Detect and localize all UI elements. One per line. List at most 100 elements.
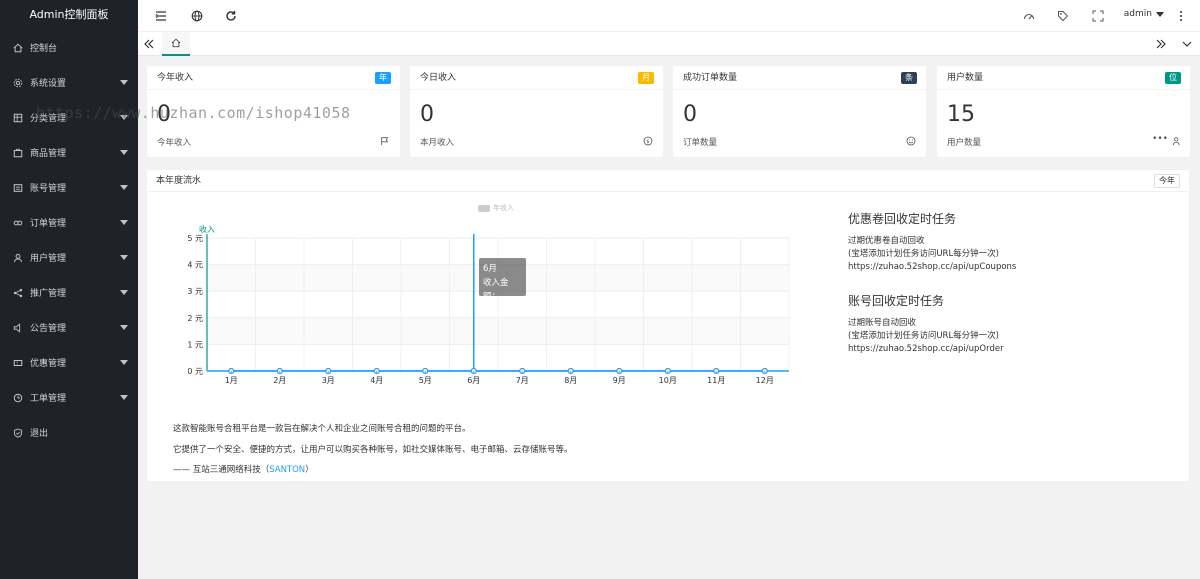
sidebar-item-label: 退出 <box>30 429 49 439</box>
sidebar-title: Admin控制面板 <box>0 0 138 30</box>
dashboard-icon[interactable] <box>1022 9 1036 23</box>
x-tick-label: 1月 <box>225 376 238 385</box>
coupon-task: 优惠卷回收定时任务 过期优惠卷自动回收 (宝塔添加计划任务访问URL每分钟一次)… <box>848 210 1016 274</box>
chevron-down-icon[interactable] <box>1180 37 1194 51</box>
sidebar-item-label: 账号管理 <box>30 184 67 194</box>
card-badge: 月 <box>638 72 654 84</box>
card-subtitle: 订单数量 <box>683 138 718 148</box>
stat-card-2: 成功订单数量 条 0 订单数量 <box>673 66 926 157</box>
sidebar-item-4[interactable]: 账号管理 <box>0 170 138 205</box>
task-title: 账号回收定时任务 <box>848 294 945 308</box>
card-badge: 位 <box>1165 72 1181 84</box>
category-icon <box>12 112 24 124</box>
sidebar-item-label: 订单管理 <box>30 219 67 229</box>
caret-down-icon <box>120 325 128 330</box>
sidebar-item-9[interactable]: 优惠管理 <box>0 345 138 380</box>
user-menu[interactable]: admin <box>1124 9 1164 19</box>
globe-icon[interactable] <box>190 9 204 23</box>
y-tick-label: 4 元 <box>187 261 203 270</box>
sidebar-item-0[interactable]: 控制台 <box>0 30 138 65</box>
caret-down-icon <box>120 220 128 225</box>
sidebar: Admin控制面板 控制台 系统设置 分类管理 商品管理 账号管理 订单管理 用户管理 推广管… <box>0 0 138 579</box>
card-badge: 年 <box>375 72 391 84</box>
sidebar-item-5[interactable]: 订单管理 <box>0 205 138 240</box>
card-title: 成功订单数量 <box>683 73 738 83</box>
x-tick-label: 2月 <box>273 376 286 385</box>
about-line-2: 它提供了一个安全、便捷的方式，让用户可以购买各种账号，如社交媒体账号、电子邮箱、… <box>173 445 573 455</box>
stat-card-3: 用户数量 位 15 用户数量 ••• <box>937 66 1190 157</box>
sidebar-item-6[interactable]: 用户管理 <box>0 240 138 275</box>
x-tick-label: 4月 <box>370 376 383 385</box>
tab-bar <box>138 32 1200 56</box>
task-title: 优惠卷回收定时任务 <box>848 212 957 226</box>
user-icon <box>12 252 24 264</box>
card-title: 今日收入 <box>420 73 457 83</box>
year-button[interactable]: 今年 <box>1154 174 1180 188</box>
y-tick-label: 3 元 <box>187 287 203 296</box>
sidebar-item-11[interactable]: 退出 <box>0 415 138 450</box>
notice-icon <box>12 322 24 334</box>
more-dots-icon: ••• <box>1152 134 1168 144</box>
fullscreen-icon[interactable] <box>1091 9 1105 23</box>
sidebar-item-3[interactable]: 商品管理 <box>0 135 138 170</box>
svg-text:$: $ <box>646 139 649 145</box>
y-tick-label: 1 元 <box>187 340 203 349</box>
tab-home[interactable] <box>162 32 190 56</box>
caret-down-icon <box>120 395 128 400</box>
tooltip-month: 6月 <box>483 264 497 274</box>
task-desc: 过期优惠卷自动回收 <box>848 236 925 246</box>
more-vertical-icon[interactable] <box>1174 9 1188 23</box>
gear-icon <box>12 77 24 89</box>
home-tab-icon <box>171 38 181 48</box>
card-value: 0 <box>420 102 434 127</box>
sidebar-item-label: 优惠管理 <box>30 359 67 369</box>
x-tick-label: 5月 <box>419 376 432 385</box>
card-subtitle: 今年收入 <box>157 138 192 148</box>
card-title: 今年收入 <box>157 73 194 83</box>
card-value: 15 <box>947 102 975 127</box>
task-url[interactable]: https://zuhao.52shop.cc/api/upOrder <box>848 343 1004 356</box>
user-name: admin <box>1123 9 1152 19</box>
clock-icon <box>12 392 24 404</box>
about-line-3: —— 互站三通网络科技（SANTON） <box>173 463 314 475</box>
task-url[interactable]: https://zuhao.52shop.cc/api/upCoupons <box>848 261 1016 274</box>
tag-icon[interactable] <box>1056 9 1070 23</box>
card-value: 0 <box>683 102 697 127</box>
sidebar-item-10[interactable]: 工单管理 <box>0 380 138 415</box>
sidebar-item-label: 工单管理 <box>30 394 67 404</box>
flag-icon <box>381 137 389 146</box>
top-header: admin <box>138 0 1200 32</box>
x-tick-label: 8月 <box>564 376 577 385</box>
account-icon <box>12 182 24 194</box>
x-tick-label: 11月 <box>707 376 725 385</box>
sidebar-item-label: 系统设置 <box>30 79 67 89</box>
yearly-flow-panel: 本年度流水 今年 年收入 0 元1 元2 元3 元4 元5 元收入 1月 2月 3月 4… <box>147 170 1189 481</box>
x-tick-label: 10月 <box>659 376 677 385</box>
santon-link[interactable]: SANTON <box>269 465 305 475</box>
sidebar-item-1[interactable]: 系统设置 <box>0 65 138 100</box>
task-desc: 过期账号自动回收 <box>848 318 917 328</box>
home-icon <box>12 42 24 54</box>
sidebar-item-8[interactable]: 公告管理 <box>0 310 138 345</box>
menu-toggle-icon[interactable] <box>154 9 168 23</box>
task-note: (宝塔添加计划任务访问URL每分钟一次) <box>848 331 999 341</box>
x-tick-label: 7月 <box>516 376 529 385</box>
sidebar-item-7[interactable]: 推广管理 <box>0 275 138 310</box>
about-suffix: ） <box>305 465 314 475</box>
shield-icon <box>12 427 24 439</box>
refresh-icon[interactable] <box>224 9 238 23</box>
coupon-icon <box>12 357 24 369</box>
stat-card-1: 今日收入 月 0 本月收入 $ <box>410 66 663 157</box>
about-line-1: 这款智能账号合租平台是一款旨在解决个人和企业之间账号合租的问题的平台。 <box>173 424 471 434</box>
caret-down-icon <box>120 185 128 190</box>
caret-down-icon <box>120 290 128 295</box>
link-icon <box>12 217 24 229</box>
about-company: —— 互站三通网络科技（ <box>173 465 270 475</box>
x-tick-label: 12月 <box>756 376 774 385</box>
dollar-icon: $ <box>643 136 653 146</box>
watermark-text: https://www.huzhan.com/ishop41058 <box>36 104 351 122</box>
task-note: (宝塔添加计划任务访问URL每分钟一次) <box>848 249 999 259</box>
caret-down-icon <box>120 150 128 155</box>
double-chevron-left-icon[interactable] <box>142 37 156 51</box>
double-chevron-right-icon[interactable] <box>1154 37 1168 51</box>
